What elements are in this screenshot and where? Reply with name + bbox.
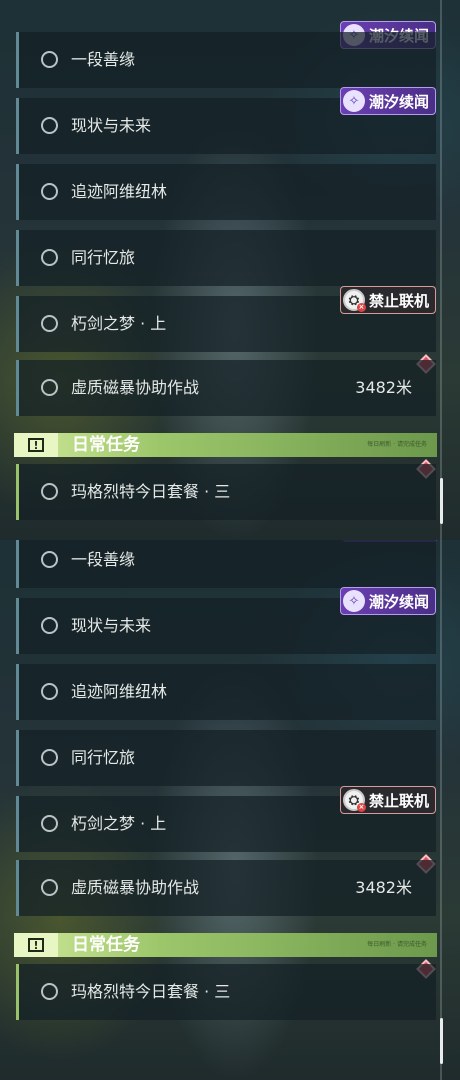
scrollbar-thumb[interactable] (440, 1018, 443, 1064)
quest-list-panel-bottom: 一段善缘 现状与未来 ✧ 潮汐续闻 追迹阿维纽林 同行忆旅 朽剑之梦 · 上 ⛭… (0, 540, 460, 1080)
quest-label: 追迹阿维纽林 (71, 682, 168, 701)
daily-quest-icon: ! (14, 933, 58, 957)
quest-item[interactable]: 追迹阿维纽林 (16, 664, 436, 720)
daily-quest-subtitle: 每日刷新 · 请完成任务 (367, 441, 427, 448)
no-coop-icon: ⛭ × (342, 789, 366, 812)
no-coop-badge: ⛭ × 禁止联机 (339, 286, 436, 314)
daily-quest-icon: ! (14, 433, 58, 457)
circle-icon (41, 683, 58, 700)
daily-quest-item[interactable]: 玛格烈特今日套餐 · 三 (16, 964, 436, 1020)
quest-label: 追迹阿维纽林 (71, 182, 168, 201)
quest-label: 虚质磁暴协助作战 (71, 878, 200, 897)
tide-badge-label: 潮汐续闻 (368, 592, 429, 611)
circle-icon (41, 815, 58, 832)
quest-item[interactable]: 虚质磁暴协助作战 3482米 (16, 360, 436, 416)
daily-quest-header[interactable]: ! 日常任务 每日刷新 · 请完成任务 (14, 433, 437, 457)
daily-quest-title: 日常任务 (72, 935, 140, 955)
tide-icon: ✧ (342, 90, 365, 112)
quest-item[interactable]: 一段善缘 (16, 540, 436, 588)
circle-icon (41, 117, 58, 134)
daily-quest-title: 日常任务 (72, 435, 140, 455)
circle-icon (41, 617, 58, 634)
tide-badge-label: 潮汐续闻 (368, 92, 429, 111)
circle-icon (41, 315, 58, 332)
circle-icon (41, 983, 58, 1000)
quest-label: 玛格烈特今日套餐 · 三 (71, 982, 231, 1001)
circle-icon (41, 749, 58, 766)
circle-icon (41, 879, 58, 896)
quest-item[interactable]: 追迹阿维纽林 (16, 164, 436, 220)
quest-item[interactable]: 一段善缘 (16, 32, 436, 88)
circle-icon (41, 249, 58, 266)
quest-item[interactable]: 同行忆旅 (16, 230, 436, 286)
quest-label: 朽剑之梦 · 上 (71, 314, 167, 333)
no-coop-badge-label: 禁止联机 (368, 791, 429, 810)
quest-label: 虚质磁暴协助作战 (71, 378, 200, 397)
daily-quest-item[interactable]: 玛格烈特今日套餐 · 三 (16, 464, 436, 520)
quest-list-panel-top: ✧ 潮汐续闻 一段善缘 现状与未来 ✧ 潮汐续闻 追迹阿维纽林 同行忆旅 朽剑之… (0, 0, 460, 540)
no-coop-icon: ⛭ × (342, 289, 366, 312)
tide-badge: ✧ 潮汐续闻 (339, 587, 436, 615)
quest-label: 玛格烈特今日套餐 · 三 (71, 482, 231, 501)
scrollbar-thumb[interactable] (440, 478, 443, 524)
quest-item[interactable]: 同行忆旅 (16, 730, 436, 786)
no-coop-badge-label: 禁止联机 (368, 291, 429, 310)
quest-label: 朽剑之梦 · 上 (71, 814, 167, 833)
daily-quest-subtitle: 每日刷新 · 请完成任务 (367, 941, 427, 948)
quest-label: 一段善缘 (71, 50, 136, 69)
scrollbar-track[interactable] (440, 540, 442, 1080)
circle-icon (41, 551, 58, 568)
circle-icon (41, 483, 58, 500)
tide-icon: ✧ (342, 590, 365, 612)
circle-icon (41, 51, 58, 68)
quest-label: 现状与未来 (71, 116, 152, 135)
quest-label: 同行忆旅 (71, 748, 136, 767)
quest-label: 同行忆旅 (71, 248, 136, 267)
quest-distance: 3482米 (355, 878, 412, 897)
daily-quest-header[interactable]: ! 日常任务 每日刷新 · 请完成任务 (14, 933, 437, 957)
circle-icon (41, 183, 58, 200)
quest-distance: 3482米 (355, 378, 412, 397)
circle-icon (41, 379, 58, 396)
no-coop-badge: ⛭ × 禁止联机 (339, 786, 436, 814)
scrollbar-track[interactable] (440, 0, 442, 540)
quest-label: 现状与未来 (71, 616, 152, 635)
tide-badge: ✧ 潮汐续闻 (339, 87, 436, 115)
quest-label: 一段善缘 (71, 550, 136, 569)
quest-item[interactable]: 虚质磁暴协助作战 3482米 (16, 860, 436, 916)
